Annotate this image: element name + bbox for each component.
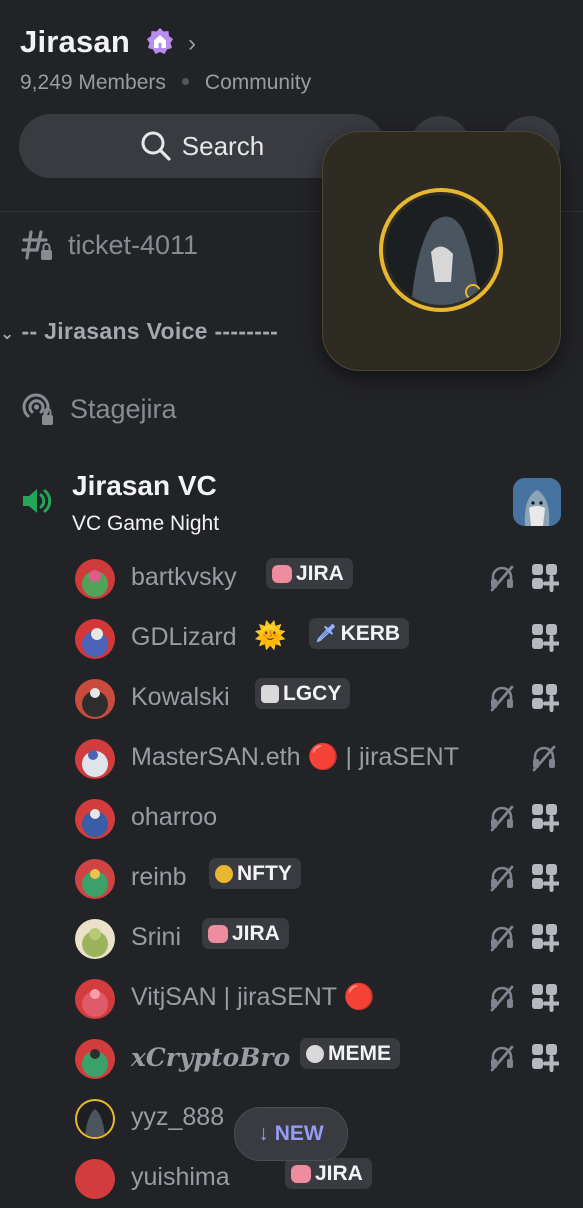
voice-user-row[interactable]: VitjSAN | jiraSENT 🔴 <box>0 968 583 1028</box>
search-label: Search <box>181 130 265 161</box>
activity-icon[interactable] <box>531 802 559 832</box>
voice-user-row[interactable]: Srini JIRA <box>0 908 583 968</box>
server-tag[interactable]: JIRA <box>202 918 289 949</box>
voice-user-row[interactable]: oharroo <box>0 788 583 848</box>
username: GDLizard <box>131 623 237 651</box>
voice-user-row[interactable]: bartkvsky JIRA <box>0 548 583 608</box>
username: VitjSAN | jiraSENT 🔴 <box>131 983 375 1011</box>
locked-hashtag-icon <box>21 230 52 260</box>
activity-icon[interactable] <box>531 622 559 652</box>
pink-hand-icon <box>272 564 292 583</box>
username: yyz_888 <box>131 1103 225 1131</box>
separator-dot <box>181 78 189 85</box>
channel-ticket[interactable]: ticket-4011 <box>20 228 198 262</box>
deafened-icon <box>490 805 514 832</box>
new-label: NEW <box>274 1122 324 1145</box>
voice-user-row[interactable]: reinb NFTY <box>0 848 583 908</box>
username: xCryptoBro <box>131 1043 291 1072</box>
voice-channel-name[interactable]: Jirasan VC <box>72 470 217 502</box>
avatar <box>75 739 115 779</box>
skull-icon <box>306 1044 324 1063</box>
server-meta: 9,249 Members Community <box>20 71 311 95</box>
avatar <box>75 679 115 719</box>
server-tag[interactable]: 🗡 KERB <box>309 618 410 649</box>
chevron-down-icon: ⌄ <box>0 324 15 343</box>
username: reinb <box>131 863 187 891</box>
hooded-figure-avatar <box>379 188 503 312</box>
deafened-icon <box>490 565 514 592</box>
activity-icon[interactable] <box>531 862 559 892</box>
avatar <box>75 559 115 599</box>
boost-badge-icon <box>147 28 173 54</box>
chevron-right-icon[interactable]: › <box>188 30 196 58</box>
search-icon <box>141 131 171 161</box>
voice-user-row[interactable]: Kowalski LGCY <box>0 668 583 728</box>
voice-user-row[interactable]: MasterSAN.eth 🔴 | jiraSENT <box>0 728 583 788</box>
wizard-activity-icon <box>513 478 561 526</box>
category-jirasans-voice[interactable]: ⌄ -- Jirasans Voice -------- <box>0 318 278 345</box>
avatar <box>75 799 115 839</box>
voice-user-row[interactable]: GDLizard 🌞 🗡 KERB <box>0 608 583 668</box>
username: Kowalski <box>131 683 230 711</box>
speaker-icon <box>23 489 52 513</box>
arrow-down-icon: ↓ <box>258 1122 269 1145</box>
deafened-icon <box>490 1045 514 1072</box>
channel-name: ticket-4011 <box>68 229 199 260</box>
server-tag[interactable]: LGCY <box>255 678 351 709</box>
server-type: Community <box>204 71 312 94</box>
activity-icon[interactable] <box>531 1042 559 1072</box>
activity-thumbnail[interactable] <box>513 478 561 526</box>
avatar <box>75 1039 115 1079</box>
locked-stage-icon <box>22 393 53 425</box>
username: oharroo <box>131 803 218 831</box>
activity-icon[interactable] <box>531 922 559 952</box>
activity-icon[interactable] <box>531 562 559 592</box>
skull-gold-icon <box>215 864 233 883</box>
deafened-icon <box>490 925 514 952</box>
hover-avatar-popup <box>322 131 561 371</box>
avatar <box>75 1159 115 1199</box>
avatar <box>75 859 115 899</box>
avatar <box>75 1099 115 1139</box>
server-name[interactable]: Jirasan <box>20 24 130 60</box>
channel-stage[interactable]: Stagejira <box>20 391 177 427</box>
username: yuishima <box>131 1163 230 1191</box>
member-count: 9,249 Members <box>20 71 166 94</box>
activity-icon[interactable] <box>531 982 559 1012</box>
deafened-icon <box>532 745 556 772</box>
status-emoji: 🌞 <box>254 620 287 650</box>
username: bartkvsky <box>131 563 237 591</box>
channel-name: Stagejira <box>70 393 177 424</box>
scroll-icon <box>261 684 279 703</box>
deafened-icon <box>490 685 514 712</box>
username: MasterSAN.eth 🔴 | jiraSENT <box>131 743 459 771</box>
username: Srini <box>131 923 182 951</box>
pink-hand-icon <box>208 924 228 943</box>
deafened-icon <box>490 985 514 1012</box>
activity-icon[interactable] <box>531 682 559 712</box>
avatar <box>75 979 115 1019</box>
server-tag[interactable]: NFTY <box>209 858 301 889</box>
new-messages-pill[interactable]: ↓ NEW <box>234 1107 348 1161</box>
deafened-icon <box>490 865 514 892</box>
avatar <box>75 919 115 959</box>
voice-channel-status: VC Game Night <box>72 512 220 535</box>
voice-user-row[interactable]: xCryptoBro MEME <box>0 1028 583 1088</box>
sword-icon: 🗡 <box>315 623 337 643</box>
category-name: -- Jirasans Voice -------- <box>21 318 279 344</box>
server-tag[interactable]: JIRA <box>266 558 353 589</box>
server-tag[interactable]: MEME <box>300 1038 400 1069</box>
avatar <box>75 619 115 659</box>
